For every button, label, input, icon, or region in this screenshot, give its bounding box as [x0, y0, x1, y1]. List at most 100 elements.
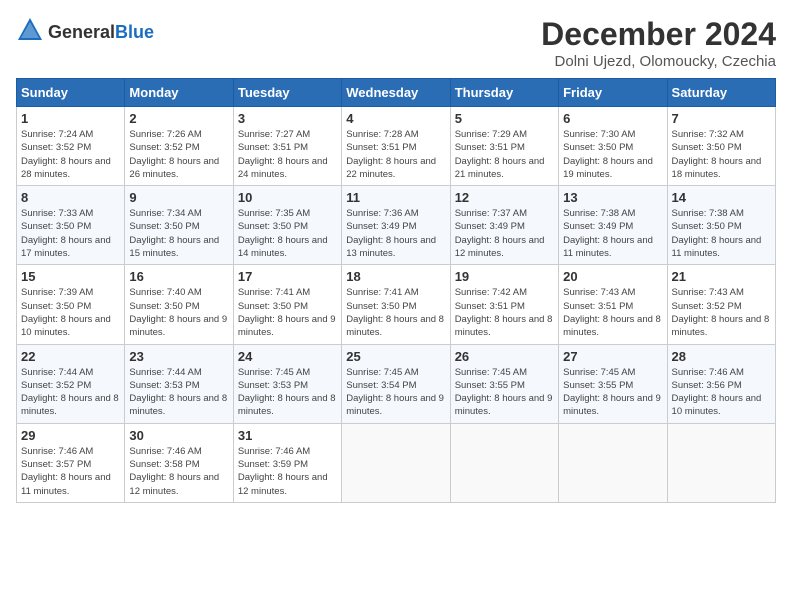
day-content: Sunrise: 7:42 AMSunset: 3:51 PMDaylight:… [455, 286, 554, 339]
table-row [342, 423, 450, 502]
week-row-1: 1 Sunrise: 7:24 AMSunset: 3:52 PMDaylight… [17, 107, 776, 186]
table-row: 11 Sunrise: 7:36 AMSunset: 3:49 PMDayligh… [342, 186, 450, 265]
week-row-5: 29 Sunrise: 7:46 AMSunset: 3:57 PMDayligh… [17, 423, 776, 502]
table-row: 23 Sunrise: 7:44 AMSunset: 3:53 PMDayligh… [125, 344, 233, 423]
table-row: 14 Sunrise: 7:38 AMSunset: 3:50 PMDayligh… [667, 186, 775, 265]
table-row: 24 Sunrise: 7:45 AMSunset: 3:53 PMDayligh… [233, 344, 341, 423]
day-number: 14 [672, 190, 771, 205]
table-row: 1 Sunrise: 7:24 AMSunset: 3:52 PMDaylight… [17, 107, 125, 186]
logo-general: General [48, 22, 115, 42]
day-number: 20 [563, 269, 662, 284]
day-content: Sunrise: 7:43 AMSunset: 3:52 PMDaylight:… [672, 286, 771, 339]
day-content: Sunrise: 7:40 AMSunset: 3:50 PMDaylight:… [129, 286, 228, 339]
logo-text: GeneralBlue [48, 23, 154, 43]
day-number: 7 [672, 111, 771, 126]
day-content: Sunrise: 7:36 AMSunset: 3:49 PMDaylight:… [346, 207, 445, 260]
table-row: 5 Sunrise: 7:29 AMSunset: 3:51 PMDaylight… [450, 107, 558, 186]
header-cell-thursday: Thursday [450, 79, 558, 107]
header-cell-sunday: Sunday [17, 79, 125, 107]
day-number: 8 [21, 190, 120, 205]
day-content: Sunrise: 7:46 AMSunset: 3:58 PMDaylight:… [129, 445, 228, 498]
day-content: Sunrise: 7:38 AMSunset: 3:49 PMDaylight:… [563, 207, 662, 260]
logo-blue: Blue [115, 22, 154, 42]
day-number: 15 [21, 269, 120, 284]
day-number: 9 [129, 190, 228, 205]
header-row: SundayMondayTuesdayWednesdayThursdayFrid… [17, 79, 776, 107]
day-content: Sunrise: 7:39 AMSunset: 3:50 PMDaylight:… [21, 286, 120, 339]
table-row: 19 Sunrise: 7:42 AMSunset: 3:51 PMDayligh… [450, 265, 558, 344]
day-content: Sunrise: 7:38 AMSunset: 3:50 PMDaylight:… [672, 207, 771, 260]
day-number: 2 [129, 111, 228, 126]
day-number: 12 [455, 190, 554, 205]
day-number: 29 [21, 428, 120, 443]
table-row: 18Sunrise: 7:41 AMSunset: 3:50 PMDayligh… [342, 265, 450, 344]
day-content: Sunrise: 7:24 AMSunset: 3:52 PMDaylight:… [21, 128, 120, 181]
table-row: 7Sunrise: 7:32 AMSunset: 3:50 PMDaylight… [667, 107, 775, 186]
day-number: 19 [455, 269, 554, 284]
day-content: Sunrise: 7:41 AMSunset: 3:50 PMDaylight:… [238, 286, 337, 339]
table-row: 6 Sunrise: 7:30 AMSunset: 3:50 PMDaylight… [559, 107, 667, 186]
calendar-table: SundayMondayTuesdayWednesdayThursdayFrid… [16, 78, 776, 503]
table-row: 28 Sunrise: 7:46 AMSunset: 3:56 PMDayligh… [667, 344, 775, 423]
table-row: 16Sunrise: 7:40 AMSunset: 3:50 PMDayligh… [125, 265, 233, 344]
week-row-4: 22Sunrise: 7:44 AMSunset: 3:52 PMDayligh… [17, 344, 776, 423]
week-row-2: 8 Sunrise: 7:33 AMSunset: 3:50 PMDaylight… [17, 186, 776, 265]
table-row [450, 423, 558, 502]
day-number: 27 [563, 349, 662, 364]
table-row: 8 Sunrise: 7:33 AMSunset: 3:50 PMDaylight… [17, 186, 125, 265]
table-row: 15 Sunrise: 7:39 AMSunset: 3:50 PMDayligh… [17, 265, 125, 344]
table-row: 17Sunrise: 7:41 AMSunset: 3:50 PMDayligh… [233, 265, 341, 344]
day-content: Sunrise: 7:33 AMSunset: 3:50 PMDaylight:… [21, 207, 120, 260]
day-number: 13 [563, 190, 662, 205]
day-content: Sunrise: 7:46 AMSunset: 3:59 PMDaylight:… [238, 445, 337, 498]
day-content: Sunrise: 7:41 AMSunset: 3:50 PMDaylight:… [346, 286, 445, 339]
table-row: 4 Sunrise: 7:28 AMSunset: 3:51 PMDaylight… [342, 107, 450, 186]
day-number: 31 [238, 428, 337, 443]
header-cell-saturday: Saturday [667, 79, 775, 107]
day-number: 3 [238, 111, 337, 126]
table-row [667, 423, 775, 502]
day-number: 21 [672, 269, 771, 284]
day-content: Sunrise: 7:45 AMSunset: 3:54 PMDaylight:… [346, 366, 445, 419]
day-number: 23 [129, 349, 228, 364]
table-row: 9 Sunrise: 7:34 AMSunset: 3:50 PMDaylight… [125, 186, 233, 265]
logo-icon [16, 16, 44, 49]
day-content: Sunrise: 7:46 AMSunset: 3:56 PMDaylight:… [672, 366, 771, 419]
day-number: 24 [238, 349, 337, 364]
day-number: 4 [346, 111, 445, 126]
table-row: 30 Sunrise: 7:46 AMSunset: 3:58 PMDayligh… [125, 423, 233, 502]
table-row: 29 Sunrise: 7:46 AMSunset: 3:57 PMDayligh… [17, 423, 125, 502]
day-content: Sunrise: 7:45 AMSunset: 3:55 PMDaylight:… [455, 366, 554, 419]
table-row: 26 Sunrise: 7:45 AMSunset: 3:55 PMDayligh… [450, 344, 558, 423]
day-content: Sunrise: 7:35 AMSunset: 3:50 PMDaylight:… [238, 207, 337, 260]
day-content: Sunrise: 7:26 AMSunset: 3:52 PMDaylight:… [129, 128, 228, 181]
day-number: 11 [346, 190, 445, 205]
header-cell-monday: Monday [125, 79, 233, 107]
title-area: December 2024 Dolni Ujezd, Olomoucky, Cz… [541, 16, 776, 70]
table-row: 10Sunrise: 7:35 AMSunset: 3:50 PMDayligh… [233, 186, 341, 265]
day-content: Sunrise: 7:44 AMSunset: 3:53 PMDaylight:… [129, 366, 228, 419]
header-cell-wednesday: Wednesday [342, 79, 450, 107]
day-number: 22 [21, 349, 120, 364]
table-row: 13 Sunrise: 7:38 AMSunset: 3:49 PMDayligh… [559, 186, 667, 265]
day-content: Sunrise: 7:34 AMSunset: 3:50 PMDaylight:… [129, 207, 228, 260]
day-content: Sunrise: 7:45 AMSunset: 3:53 PMDaylight:… [238, 366, 337, 419]
day-content: Sunrise: 7:28 AMSunset: 3:51 PMDaylight:… [346, 128, 445, 181]
header: GeneralBlue December 2024 Dolni Ujezd, O… [16, 16, 776, 70]
table-row: 31 Sunrise: 7:46 AMSunset: 3:59 PMDayligh… [233, 423, 341, 502]
table-row: 21 Sunrise: 7:43 AMSunset: 3:52 PMDayligh… [667, 265, 775, 344]
logo: GeneralBlue [16, 16, 154, 49]
day-content: Sunrise: 7:46 AMSunset: 3:57 PMDaylight:… [21, 445, 120, 498]
table-row: 27Sunrise: 7:45 AMSunset: 3:55 PMDayligh… [559, 344, 667, 423]
day-number: 1 [21, 111, 120, 126]
day-number: 26 [455, 349, 554, 364]
table-row: 2 Sunrise: 7:26 AMSunset: 3:52 PMDaylight… [125, 107, 233, 186]
day-number: 5 [455, 111, 554, 126]
day-number: 6 [563, 111, 662, 126]
day-content: Sunrise: 7:29 AMSunset: 3:51 PMDaylight:… [455, 128, 554, 181]
day-content: Sunrise: 7:30 AMSunset: 3:50 PMDaylight:… [563, 128, 662, 181]
day-number: 28 [672, 349, 771, 364]
day-number: 30 [129, 428, 228, 443]
week-row-3: 15 Sunrise: 7:39 AMSunset: 3:50 PMDayligh… [17, 265, 776, 344]
header-cell-friday: Friday [559, 79, 667, 107]
